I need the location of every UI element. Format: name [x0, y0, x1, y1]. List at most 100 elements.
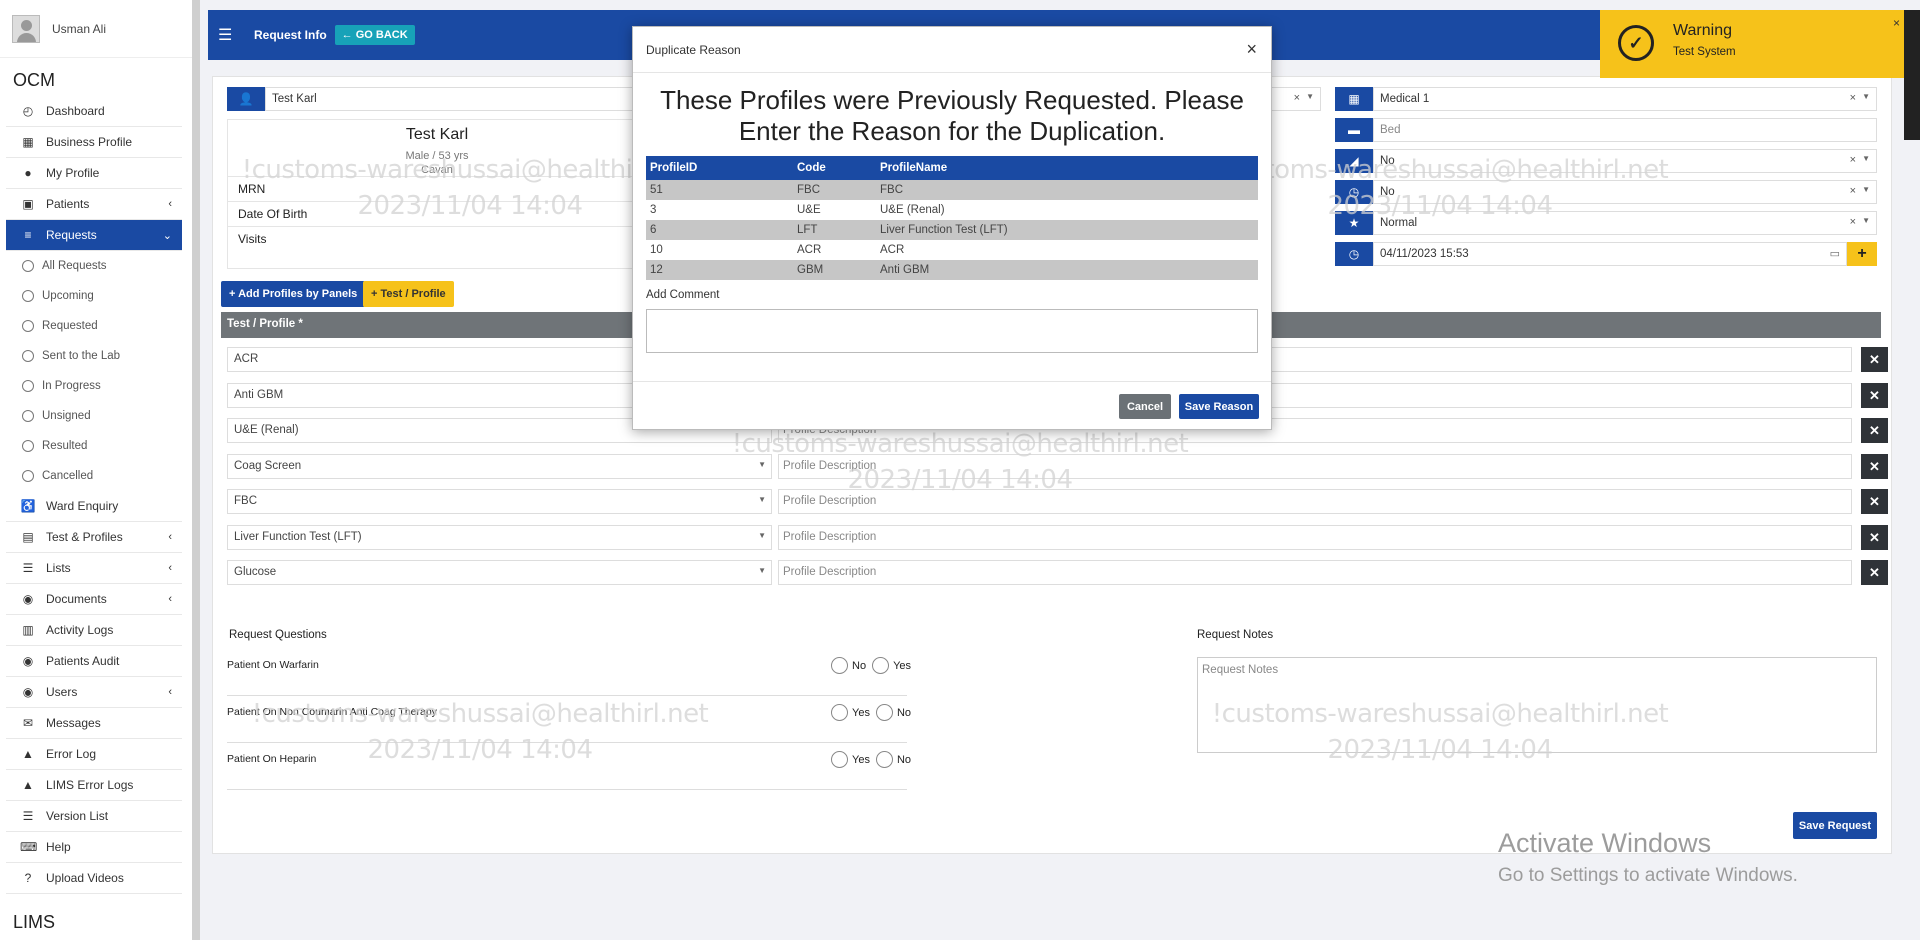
- sidebar-item-lims-error-logs[interactable]: ▲ LIMS Error Logs: [6, 770, 182, 801]
- profile-description-input[interactable]: Profile Description: [778, 524, 1852, 550]
- clear-icon[interactable]: ×: [1850, 92, 1856, 104]
- field3-select[interactable]: No × ▼: [1373, 149, 1877, 173]
- sidebar-item-ward-enquiry[interactable]: ♿ Ward Enquiry: [6, 491, 182, 522]
- test-select[interactable]: Coag Screen ▼: [227, 453, 772, 479]
- save-reason-button[interactable]: Save Reason: [1179, 394, 1259, 419]
- clear-icon[interactable]: ×: [1850, 216, 1856, 228]
- cancel-button[interactable]: Cancel: [1119, 394, 1171, 419]
- table-row[interactable]: 12 GBM Anti GBM: [646, 260, 1258, 280]
- test-select[interactable]: Liver Function Test (LFT) ▼: [227, 524, 772, 550]
- warning-toast: ✓ Warning Test System ×: [1600, 10, 1904, 78]
- chevron-down-icon[interactable]: ▼: [758, 566, 766, 575]
- profile-description-input[interactable]: Profile Description: [778, 560, 1852, 585]
- remove-test-button[interactable]: ✕: [1861, 489, 1888, 514]
- remove-test-button[interactable]: ✕: [1861, 347, 1888, 372]
- ward-value: Medical 1: [1380, 93, 1430, 105]
- sidebar-item-resulted[interactable]: Resulted: [6, 431, 182, 461]
- radio-button[interactable]: [875, 704, 893, 721]
- comment-textarea[interactable]: [646, 309, 1258, 353]
- table-row[interactable]: 6 LFT Liver Function Test (LFT): [646, 220, 1258, 240]
- ward-select[interactable]: Medical 1 × ▼: [1373, 87, 1877, 111]
- table-cell: FBC: [876, 180, 1258, 200]
- radio-button[interactable]: [831, 704, 848, 721]
- sidebar-item-version-list[interactable]: ☰ Version List: [6, 801, 182, 832]
- sidebar-item-label: Requested: [42, 320, 98, 332]
- toast-title: Warning: [1673, 22, 1732, 39]
- sidebar-item-unsigned[interactable]: Unsigned: [6, 401, 182, 431]
- table-row[interactable]: 51 FBC FBC: [646, 180, 1258, 200]
- sidebar-item-help[interactable]: ⌨ Help: [6, 832, 182, 863]
- sidebar-item-all-requests[interactable]: All Requests: [6, 251, 182, 281]
- sidebar-item-patients-audit[interactable]: ◉ Patients Audit: [6, 646, 182, 677]
- test-select-value: U&E (Renal): [234, 424, 299, 436]
- remove-test-button[interactable]: ✕: [1861, 453, 1888, 479]
- sidebar-item-test-profiles[interactable]: ▤ Test & Profiles ‹: [6, 522, 182, 553]
- add-datetime-button[interactable]: +: [1847, 242, 1877, 266]
- chevron-down-icon[interactable]: ▼: [1862, 216, 1870, 225]
- chevron-down-icon[interactable]: ▼: [1862, 185, 1870, 194]
- sidebar-item-label: Ward Enquiry: [46, 499, 119, 513]
- datetime-value: 04/11/2023 15:53: [1380, 248, 1469, 260]
- scrollbar[interactable]: [1904, 10, 1920, 140]
- modal-title: Duplicate Reason: [646, 42, 741, 57]
- bed-input[interactable]: Bed: [1373, 118, 1877, 142]
- hamburger-menu-icon[interactable]: ☰: [218, 25, 248, 45]
- go-back-button[interactable]: ← GO BACK: [334, 25, 415, 45]
- close-icon[interactable]: ×: [1246, 39, 1257, 60]
- envelope-icon: ✉: [22, 716, 34, 730]
- user-panel[interactable]: Usman Ali: [0, 0, 192, 58]
- sidebar-item-upload-videos[interactable]: ? Upload Videos: [6, 863, 182, 894]
- field4-select[interactable]: No × ▼: [1373, 180, 1877, 204]
- sidebar-item-upcoming[interactable]: Upcoming: [6, 281, 182, 311]
- table-row[interactable]: 10 ACR ACR: [646, 240, 1258, 260]
- sidebar-item-business-profile[interactable]: ▦ Business Profile: [6, 127, 182, 158]
- test-select[interactable]: Glucose ▼: [227, 560, 772, 585]
- sidebar-item-my-profile[interactable]: ● My Profile: [6, 158, 182, 189]
- sidebar-item-sent-to-the-lab[interactable]: Sent to the Lab: [6, 341, 182, 371]
- radio-button[interactable]: [831, 751, 848, 768]
- priority-select[interactable]: Normal × ▼: [1373, 211, 1877, 235]
- profile-description-input[interactable]: Profile Description: [778, 489, 1852, 514]
- user-plus-icon[interactable]: 👤: [227, 87, 265, 111]
- close-icon[interactable]: ×: [1893, 16, 1900, 30]
- test-select[interactable]: FBC ▼: [227, 489, 772, 514]
- radio-button[interactable]: [831, 657, 848, 674]
- profile-description-input[interactable]: Profile Description: [778, 453, 1852, 479]
- sidebar-item-error-log[interactable]: ▲ Error Log: [6, 739, 182, 770]
- sidebar-item-documents[interactable]: ◉ Documents ‹: [6, 584, 182, 615]
- add-test-profile-button[interactable]: + Test / Profile: [363, 281, 454, 307]
- warning-icon: ▲: [22, 778, 34, 792]
- request-notes-textarea[interactable]: Request Notes: [1197, 657, 1877, 753]
- radio-button[interactable]: [872, 657, 890, 674]
- chevron-down-icon[interactable]: ▼: [758, 531, 766, 540]
- remove-test-button[interactable]: ✕: [1861, 524, 1888, 550]
- sidebar-item-label: Help: [46, 840, 71, 854]
- sidebar-item-in-progress[interactable]: In Progress: [6, 371, 182, 401]
- chevron-down-icon[interactable]: ▼: [1306, 92, 1314, 101]
- remove-test-button[interactable]: ✕: [1861, 418, 1888, 443]
- chevron-down-icon[interactable]: ▼: [1862, 154, 1870, 163]
- table-row[interactable]: 3 U&E U&E (Renal): [646, 200, 1258, 220]
- radio-button[interactable]: [875, 751, 893, 768]
- sidebar-item-users[interactable]: ◉ Users ‹: [6, 677, 182, 708]
- clear-icon[interactable]: ×: [1294, 92, 1300, 104]
- sidebar-item-messages[interactable]: ✉ Messages: [6, 708, 182, 739]
- datetime-input[interactable]: 04/11/2023 15:53 ▭: [1373, 242, 1847, 266]
- calendar-icon[interactable]: ▭: [1830, 247, 1840, 260]
- chevron-down-icon[interactable]: ▼: [758, 495, 766, 504]
- sidebar-item-requested[interactable]: Requested: [6, 311, 182, 341]
- chevron-down-icon[interactable]: ▼: [758, 460, 766, 469]
- save-request-button[interactable]: Save Request: [1793, 812, 1877, 839]
- sidebar-item-requests[interactable]: ≡ Requests ⌄: [6, 220, 182, 251]
- sidebar-item-patients[interactable]: ▣ Patients ‹: [6, 189, 182, 220]
- sidebar-item-dashboard[interactable]: ◴ Dashboard: [6, 96, 182, 127]
- remove-test-button[interactable]: ✕: [1861, 382, 1888, 408]
- sidebar-item-cancelled[interactable]: Cancelled: [6, 461, 182, 491]
- sidebar-item-activity-logs[interactable]: ▥ Activity Logs: [6, 615, 182, 646]
- chevron-down-icon[interactable]: ▼: [1862, 92, 1870, 101]
- clear-icon[interactable]: ×: [1850, 154, 1856, 166]
- sidebar-item-lists[interactable]: ☰ Lists ‹: [6, 553, 182, 584]
- remove-test-button[interactable]: ✕: [1861, 560, 1888, 585]
- add-profiles-by-panels-button[interactable]: + Add Profiles by Panels: [221, 281, 366, 307]
- clear-icon[interactable]: ×: [1850, 185, 1856, 197]
